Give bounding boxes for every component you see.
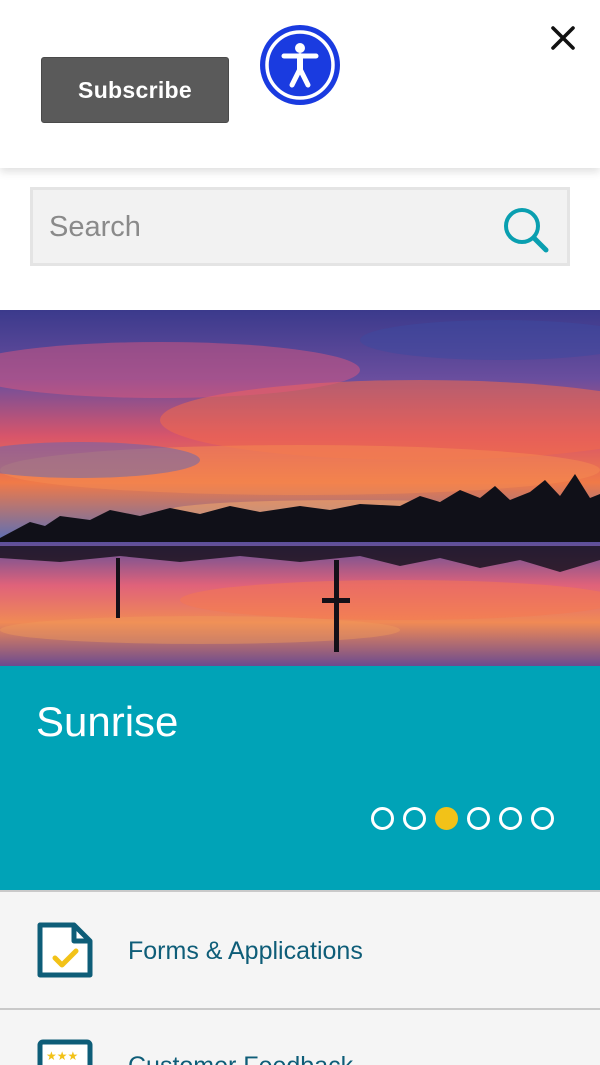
accessibility-button[interactable] (258, 23, 342, 107)
top-bar: Subscribe (0, 0, 600, 168)
slide-dot[interactable] (499, 807, 522, 830)
slide-pagination (0, 807, 600, 831)
slide-dot[interactable] (467, 807, 490, 830)
quick-link-label: Customer Feedback (128, 1052, 353, 1065)
accessibility-icon (260, 25, 340, 105)
quick-link-label: Forms & Applications (128, 937, 363, 965)
slide-dot-active[interactable] (435, 807, 458, 830)
quick-link-feedback[interactable]: ★★★ Customer Feedback (0, 1008, 600, 1065)
slide-title: Sunrise (36, 698, 179, 745)
hero-slide-image[interactable] (0, 310, 600, 666)
slide-dot[interactable] (403, 807, 426, 830)
subscribe-button[interactable]: Subscribe (41, 57, 229, 123)
sunrise-photo (0, 310, 600, 666)
search-icon[interactable] (500, 204, 552, 256)
svg-text:★★★: ★★★ (46, 1049, 78, 1063)
close-icon[interactable] (547, 22, 579, 54)
search-box (30, 187, 570, 266)
search-input[interactable] (49, 202, 479, 252)
quick-link-forms[interactable]: Forms & Applications (0, 890, 600, 1010)
slide-dot[interactable] (371, 807, 394, 830)
form-document-icon (36, 921, 94, 979)
slide-dot[interactable] (531, 807, 554, 830)
feedback-rating-icon: ★★★ (36, 1038, 94, 1065)
